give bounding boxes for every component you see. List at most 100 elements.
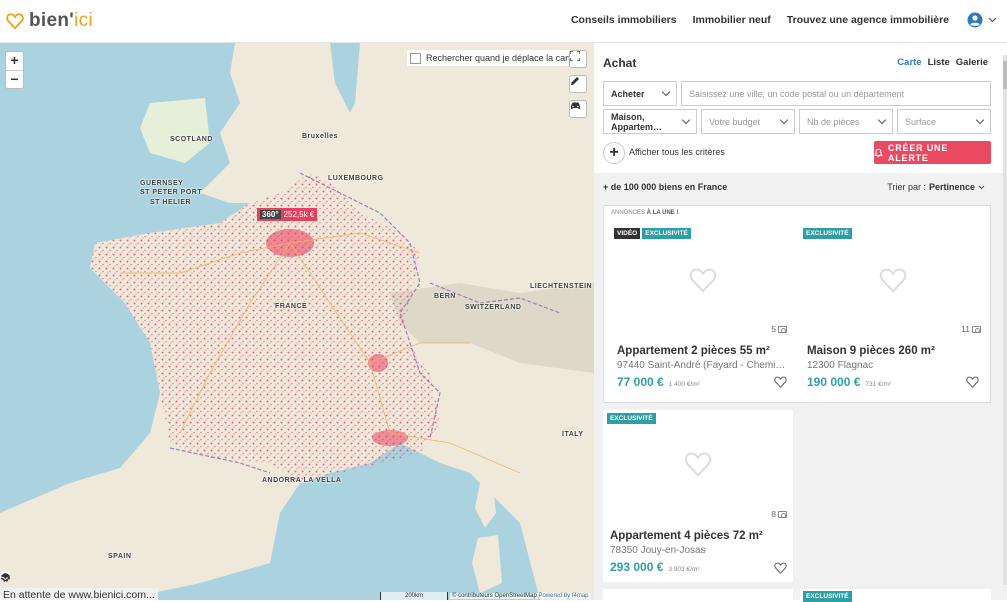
tab-map[interactable]: Carte bbox=[897, 57, 921, 68]
f4map-attribution-link[interactable]: Powered by f4map bbox=[538, 593, 588, 599]
map-view[interactable]: SCOTLAND Bruxelles LUXEMBOURG GUERNSEY S… bbox=[0, 43, 594, 600]
property-type-select[interactable]: Maison, Appartem… bbox=[603, 109, 697, 134]
budget-select[interactable]: Votre budget bbox=[701, 109, 795, 134]
listing-badges: EXCLUSIVITÉ bbox=[607, 413, 656, 424]
rooms-select[interactable]: Nb de pièces bbox=[799, 109, 893, 134]
sort-value: Pertinence bbox=[928, 182, 975, 192]
panel-scrollbar[interactable] bbox=[1003, 55, 1007, 585]
listing-price-value: 293 000 € bbox=[610, 560, 664, 574]
results-count: + de 100 000 biens en France bbox=[603, 182, 728, 192]
surface-placeholder: Surface bbox=[905, 116, 937, 127]
nav-advice-link[interactable]: Conseils immobiliers bbox=[571, 14, 677, 26]
featured-listings: ANNONCES À LA UNE ! VIDÉO EXCLUSIVITÉ 5 … bbox=[603, 205, 991, 403]
travel-time-button[interactable] bbox=[569, 100, 587, 118]
map-label-france: FRANCE bbox=[275, 303, 308, 310]
listing-price: 190 000 € 731 €/m² bbox=[807, 375, 891, 389]
photo-placeholder-heart-icon bbox=[689, 268, 717, 293]
search-panel: Achat Carte Liste Galerie Acheter Saisis… bbox=[594, 43, 1007, 602]
nav-find-agency-link[interactable]: Trouvez une agence immobilière bbox=[787, 14, 949, 26]
transaction-type-select[interactable]: Acheter bbox=[603, 81, 677, 106]
map-attribution: © contributeurs OpenStreetMap Powered by… bbox=[450, 593, 591, 599]
chevron-down-icon bbox=[978, 185, 985, 189]
user-menu[interactable] bbox=[967, 12, 997, 28]
view-mode-tabs: Carte Liste Galerie bbox=[897, 57, 988, 68]
listing-card[interactable] bbox=[603, 589, 793, 600]
favorite-heart-icon[interactable] bbox=[966, 376, 979, 388]
location-input[interactable]: Saisissez une ville, un code postal ou u… bbox=[681, 81, 991, 106]
listing-card[interactable]: EXCLUSIVITÉ 11 Maison 9 pièces 260 m² 12… bbox=[797, 224, 989, 402]
map-bottom-controls bbox=[0, 572, 11, 582]
search-on-move-checkbox[interactable] bbox=[410, 52, 421, 64]
map-label-guernsey: GUERNSEY bbox=[140, 180, 184, 187]
tab-gallery[interactable]: Galerie bbox=[956, 57, 988, 68]
map-label-st-helier: ST HELIER bbox=[150, 199, 192, 206]
budget-placeholder: Votre budget bbox=[709, 116, 761, 127]
listing-card[interactable]: EXCLUSIVITÉ bbox=[800, 589, 991, 602]
pencil-icon bbox=[571, 77, 579, 85]
logo-heart-icon bbox=[6, 13, 24, 30]
zoom-control: + − bbox=[5, 51, 24, 89]
map-label-bruxelles: Bruxelles bbox=[302, 133, 339, 140]
settings-gear-icon[interactable] bbox=[0, 572, 11, 583]
map-label-ireland: SCOTLAND bbox=[170, 136, 213, 143]
zoom-out-button[interactable]: − bbox=[6, 70, 23, 88]
exclusive-badge: EXCLUSIVITÉ bbox=[607, 413, 656, 424]
exclusive-badge: EXCLUSIVITÉ bbox=[803, 228, 852, 239]
map-price-marker-value: 252,5k € bbox=[283, 210, 315, 219]
video-badge: VIDÉO bbox=[614, 228, 641, 239]
user-avatar-icon bbox=[967, 12, 983, 28]
map-scale: 200km bbox=[380, 592, 448, 600]
panel-scrollbar-thumb[interactable] bbox=[1003, 61, 1007, 89]
map-label-spain: SPAIN bbox=[108, 553, 132, 560]
exclusive-badge: EXCLUSIVITÉ bbox=[803, 591, 852, 602]
listing-location: 97440 Saint-André (Fayard - Chemin des… bbox=[617, 360, 787, 371]
listing-location: 78350 Jouy-en-Josas bbox=[610, 545, 706, 556]
map-label-luxembourg: LUXEMBOURG bbox=[328, 175, 384, 182]
listing-card[interactable]: EXCLUSIVITÉ 8 Appartement 4 pièces 72 m²… bbox=[603, 410, 793, 582]
map-sardinia-land bbox=[472, 535, 502, 593]
sort-label: Trier par : bbox=[887, 182, 926, 192]
listing-price-value: 77 000 € bbox=[617, 375, 664, 389]
listing-card[interactable]: VIDÉO EXCLUSIVITÉ 5 Appartement 2 pièces… bbox=[605, 224, 795, 402]
chevron-down-icon bbox=[877, 115, 887, 125]
nav-new-property-link[interactable]: Immobilier neuf bbox=[693, 14, 771, 26]
car-icon bbox=[571, 102, 580, 109]
map-canvas[interactable] bbox=[0, 43, 594, 600]
favorite-heart-icon[interactable] bbox=[774, 376, 787, 388]
map-label-st-peter-port: ST PETER PORT bbox=[140, 189, 203, 196]
listing-price-value: 190 000 € bbox=[807, 375, 861, 389]
fullscreen-button[interactable] bbox=[569, 50, 587, 68]
listing-price: 293 000 € 3 903 €/m² bbox=[610, 560, 699, 574]
more-criteria-button[interactable]: + bbox=[603, 142, 625, 164]
chevron-down-icon bbox=[681, 115, 691, 125]
chevron-down-icon bbox=[975, 115, 985, 125]
property-type-value: Maison, Appartem… bbox=[611, 111, 663, 132]
photo-count: 11 bbox=[961, 324, 981, 334]
more-criteria-label[interactable]: Afficher tous les critères bbox=[629, 147, 725, 157]
logo-text: bien'ici bbox=[29, 10, 93, 31]
transaction-type-value: Acheter bbox=[611, 88, 645, 99]
sort-select[interactable]: Trier par : Pertinence bbox=[887, 182, 985, 192]
rooms-placeholder: Nb de pièces bbox=[807, 116, 860, 127]
photo-count: 5 bbox=[771, 324, 787, 334]
listing-badges: EXCLUSIVITÉ bbox=[803, 591, 852, 602]
virtual-tour-badge: 360° bbox=[260, 210, 281, 219]
draw-zone-button[interactable] bbox=[569, 75, 587, 93]
map-price-marker[interactable]: 360° 252,5k € bbox=[257, 208, 318, 221]
tab-list[interactable]: Liste bbox=[928, 57, 950, 68]
create-alert-button[interactable]: CRÉER UNE ALERTE bbox=[874, 141, 991, 164]
bell-icon bbox=[874, 148, 883, 157]
browser-status-text: En attente de www.bienici.com... bbox=[0, 588, 158, 600]
location-input-placeholder: Saisissez une ville, un code postal ou u… bbox=[689, 88, 905, 99]
logo[interactable]: bien'ici bbox=[6, 10, 93, 32]
zoom-in-button[interactable]: + bbox=[6, 52, 23, 70]
page-title: Achat bbox=[603, 56, 637, 70]
search-on-move-toggle[interactable]: Rechercher quand je déplace la carte bbox=[407, 50, 582, 66]
photo-count: 8 bbox=[771, 509, 787, 519]
main-nav: Conseils immobiliers Immobilier neuf Tro… bbox=[571, 14, 949, 26]
create-alert-label: CRÉER UNE ALERTE bbox=[887, 142, 949, 163]
osm-attribution-link[interactable]: © contributeurs OpenStreetMap bbox=[452, 593, 537, 599]
listing-price-per-m2: 1 400 €/m² bbox=[668, 381, 700, 388]
surface-select[interactable]: Surface bbox=[897, 109, 991, 134]
favorite-heart-icon[interactable] bbox=[774, 562, 787, 574]
